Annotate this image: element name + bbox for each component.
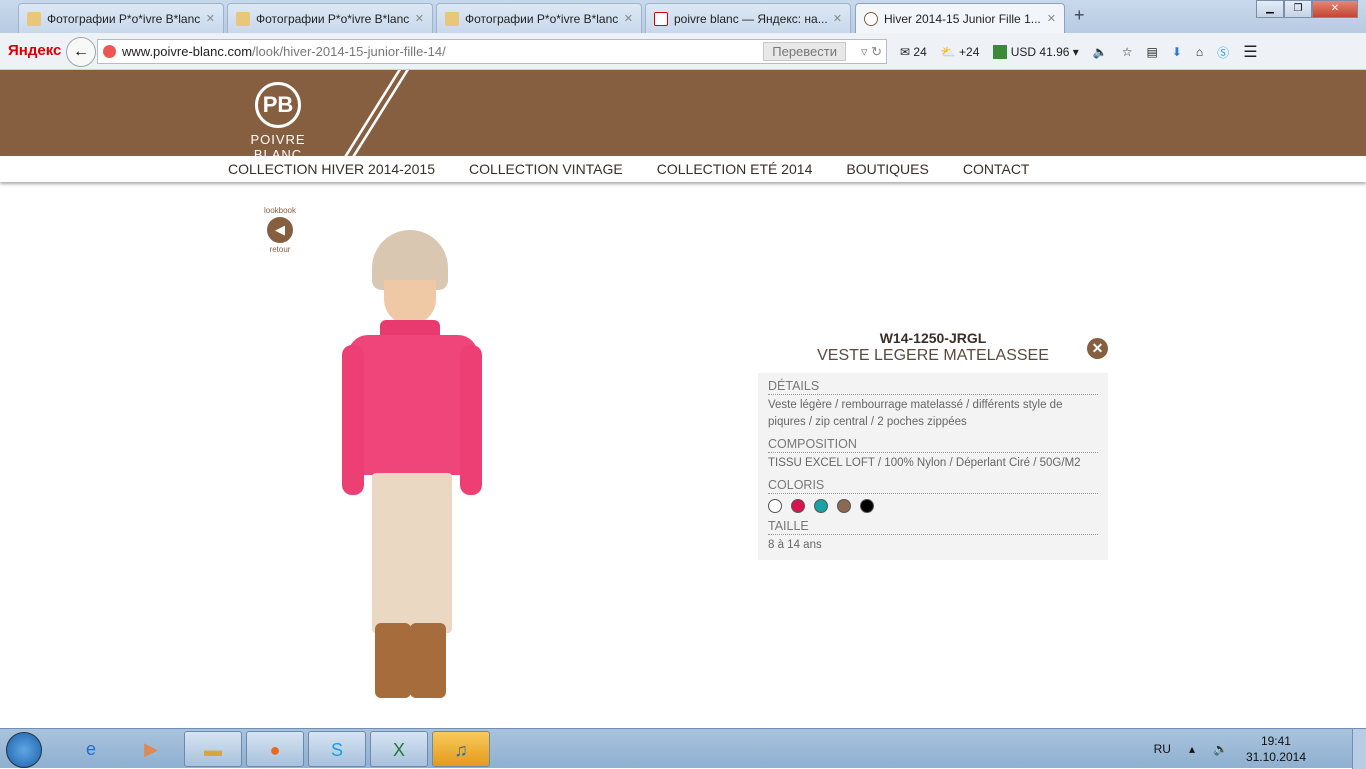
skype-taskbar-icon[interactable]: S bbox=[308, 731, 366, 767]
pb-monogram: PB bbox=[255, 82, 301, 128]
photo-icon bbox=[445, 11, 459, 26]
tab-2[interactable]: Фотографии P*o*ivre B*lanc ✕ bbox=[227, 3, 433, 33]
nav-boutiques[interactable]: BOUTIQUES bbox=[846, 156, 928, 182]
product-details-panel: W14-1250-JRGL VESTE LEGERE MATELASSEE ✕ … bbox=[758, 330, 1108, 560]
close-icon[interactable]: ✕ bbox=[1087, 338, 1108, 359]
details-label: DÉTAILS bbox=[768, 379, 1098, 395]
close-tab-icon[interactable]: ✕ bbox=[833, 12, 842, 25]
nav-vintage[interactable]: COLLECTION VINTAGE bbox=[469, 156, 623, 182]
back-button[interactable]: ← bbox=[66, 37, 96, 67]
itunes-icon[interactable]: ♫ bbox=[432, 731, 490, 767]
color-swatch[interactable] bbox=[814, 499, 828, 513]
size-label: TAILLE bbox=[768, 519, 1098, 535]
nav-ete[interactable]: COLLECTION ETÉ 2014 bbox=[657, 156, 813, 182]
ie-icon[interactable]: e bbox=[62, 731, 120, 767]
skype-icon[interactable]: Ⓢ bbox=[1217, 44, 1229, 61]
mail-widget[interactable]: ✉ 24 bbox=[900, 45, 927, 59]
tab-5[interactable]: Hiver 2014-15 Junior Fille 1... ✕ bbox=[855, 3, 1065, 33]
tab-1[interactable]: Фотографии P*o*ivre B*lanc ✕ bbox=[18, 3, 224, 33]
color-swatch[interactable] bbox=[791, 499, 805, 513]
explorer-icon[interactable]: ▬ bbox=[184, 731, 242, 767]
excel-icon[interactable]: X bbox=[370, 731, 428, 767]
show-desktop-button[interactable] bbox=[1352, 729, 1366, 769]
main-nav: COLLECTION HIVER 2014-2015 COLLECTION VI… bbox=[0, 156, 1366, 182]
media-player-icon[interactable]: ▶ bbox=[122, 731, 180, 767]
decor-line bbox=[335, 70, 401, 170]
color-swatch[interactable] bbox=[860, 499, 874, 513]
clock[interactable]: 19:41 31.10.2014 bbox=[1246, 733, 1306, 765]
tab-3[interactable]: Фотографии P*o*ivre B*lanc ✕ bbox=[436, 3, 642, 33]
color-swatch[interactable] bbox=[768, 499, 782, 513]
star-icon[interactable]: ☆ bbox=[1122, 45, 1133, 59]
nav-hiver[interactable]: COLLECTION HIVER 2014-2015 bbox=[228, 156, 435, 182]
lookbook-back-button[interactable]: lookbook ◀ retour bbox=[258, 206, 302, 254]
close-window-button[interactable]: ✕ bbox=[1312, 0, 1358, 18]
taskbar: e ▶ ▬ ● S X ♫ RU ▴ 🔊 19:41 31.10.2014 bbox=[0, 728, 1366, 769]
site-security-icon[interactable] bbox=[103, 45, 116, 58]
toolbar-widgets: ✉ 24 ⛅ +24 USD 41.96 ▾ 🔈 ☆ ▤ ⬇ ⌂ Ⓢ ☰ bbox=[900, 42, 1258, 62]
close-tab-icon[interactable]: ✕ bbox=[415, 12, 424, 25]
details-text: Veste légère / rembourrage matelassé / d… bbox=[768, 399, 1063, 428]
pb-icon bbox=[864, 11, 878, 26]
maximize-button[interactable]: ❐ bbox=[1284, 0, 1312, 18]
product-code: W14-1250-JRGL bbox=[879, 330, 987, 346]
system-tray: RU ▴ 🔊 19:41 31.10.2014 bbox=[1154, 733, 1306, 765]
chart-icon bbox=[993, 45, 1008, 60]
composition-text: TISSU EXCEL LOFT / 100% Nylon / Déperlan… bbox=[768, 457, 1081, 469]
speaker-icon[interactable]: 🔈 bbox=[1093, 45, 1108, 59]
home-icon[interactable]: ⌂ bbox=[1196, 45, 1203, 59]
close-tab-icon[interactable]: ✕ bbox=[624, 12, 633, 25]
color-swatch[interactable] bbox=[837, 499, 851, 513]
reload-icon[interactable]: ▿ ↻ bbox=[861, 40, 882, 63]
window-controls: ▁ ❐ ✕ bbox=[1256, 0, 1358, 18]
color-swatches bbox=[768, 499, 1098, 513]
volume-icon[interactable]: 🔊 bbox=[1213, 742, 1228, 756]
close-tab-icon[interactable]: ✕ bbox=[1047, 12, 1056, 25]
show-hidden-icons[interactable]: ▴ bbox=[1189, 742, 1195, 756]
composition-label: COMPOSITION bbox=[768, 437, 1098, 453]
site-header: PB POIVRE BLANC bbox=[0, 70, 1366, 170]
new-tab-button[interactable]: + bbox=[1074, 5, 1085, 26]
tab-4[interactable]: poivre blanc — Яндекс: на... ✕ bbox=[645, 3, 851, 33]
language-indicator[interactable]: RU bbox=[1154, 742, 1171, 756]
translate-button[interactable]: Перевести bbox=[763, 42, 846, 61]
nav-contact[interactable]: CONTACT bbox=[963, 156, 1030, 182]
yandex-logo[interactable]: Яндекс bbox=[8, 42, 61, 59]
download-icon[interactable]: ⬇ bbox=[1172, 45, 1182, 59]
yandex-icon bbox=[654, 11, 668, 26]
url-input[interactable]: www.poivre-blanc.com/look/hiver-2014-15-… bbox=[97, 39, 887, 64]
product-name: VESTE LEGERE MATELASSEE bbox=[817, 347, 1049, 364]
arrow-left-icon: ◀ bbox=[267, 217, 293, 243]
firefox-icon[interactable]: ● bbox=[246, 731, 304, 767]
weather-widget[interactable]: ⛅ +24 bbox=[941, 45, 980, 59]
clipboard-icon[interactable]: ▤ bbox=[1147, 45, 1158, 59]
details-box: DÉTAILS Veste légère / rembourrage matel… bbox=[758, 373, 1108, 560]
start-button[interactable] bbox=[6, 732, 42, 768]
currency-widget[interactable]: USD 41.96 ▾ bbox=[993, 45, 1079, 60]
size-text: 8 à 14 ans bbox=[768, 539, 822, 551]
address-toolbar: Яндекс ← www.poivre-blanc.com/look/hiver… bbox=[0, 33, 1366, 70]
tab-bar: Фотографии P*o*ivre B*lanc ✕ Фотографии P… bbox=[0, 0, 1366, 33]
product-photo bbox=[330, 225, 500, 705]
photo-icon bbox=[236, 11, 250, 26]
decor-line bbox=[343, 70, 409, 170]
menu-icon[interactable]: ☰ bbox=[1243, 42, 1257, 62]
minimize-button[interactable]: ▁ bbox=[1256, 0, 1284, 18]
photo-icon bbox=[27, 11, 41, 26]
colors-label: COLORIS bbox=[768, 478, 1098, 494]
close-tab-icon[interactable]: ✕ bbox=[206, 12, 215, 25]
poivre-blanc-logo[interactable]: PB POIVRE BLANC bbox=[228, 82, 328, 162]
